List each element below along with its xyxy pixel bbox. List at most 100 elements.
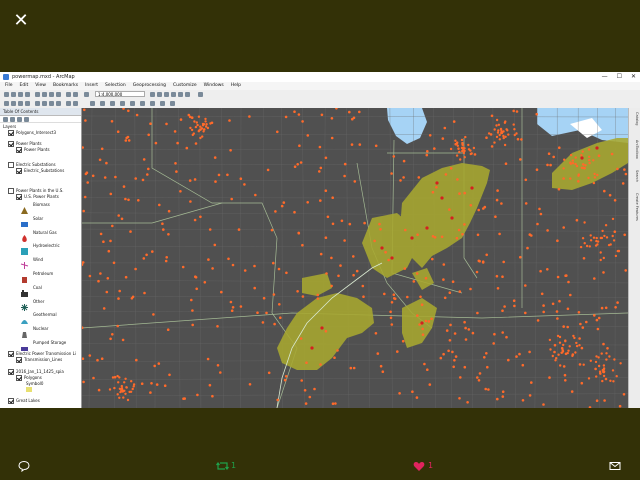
layer-checkbox[interactable]	[8, 369, 14, 375]
identify-icon[interactable]	[100, 101, 105, 106]
create-viewer-icon[interactable]	[170, 101, 175, 106]
copy-icon[interactable]	[42, 92, 47, 97]
dock-tab-create-features[interactable]: Create Features	[631, 193, 639, 221]
power-plant-point	[604, 306, 608, 310]
menu-edit[interactable]: Edit	[20, 82, 29, 90]
toc-layer-great-lakes[interactable]: Great Lakes	[8, 398, 40, 404]
power-plant-point	[476, 376, 479, 379]
map-view[interactable]	[82, 108, 628, 408]
hyperlink-icon[interactable]	[130, 101, 135, 106]
dock-tab-search[interactable]: Search	[631, 170, 639, 182]
power-plant-point	[536, 222, 539, 226]
dock-tab-arctoolbox[interactable]: ArcToolbox	[631, 140, 639, 159]
model-builder-icon[interactable]	[198, 92, 203, 97]
power-plant-point	[304, 402, 308, 405]
maximize-button[interactable]: ☐	[617, 72, 622, 82]
fixed-zoom-in-icon[interactable]	[35, 101, 40, 106]
select-features-icon[interactable]	[66, 101, 71, 106]
print-icon[interactable]	[25, 92, 30, 97]
layer-checkbox[interactable]	[16, 168, 22, 174]
fixed-zoom-out-icon[interactable]	[42, 101, 47, 106]
paste-icon[interactable]	[49, 92, 54, 97]
python-icon[interactable]	[185, 92, 190, 97]
toc-layer-polygons-intersect3[interactable]: Polygons_Intersect3	[8, 130, 56, 136]
arctoolbox-icon[interactable]	[178, 92, 183, 97]
power-plant-point	[282, 201, 286, 204]
select-elements-icon[interactable]	[90, 101, 95, 106]
toc-toolbar	[0, 116, 81, 123]
close-viewer-icon[interactable]: ✕	[12, 12, 30, 30]
find-icon[interactable]	[110, 101, 115, 106]
power-plant-point	[616, 167, 619, 171]
add-data-icon[interactable]	[84, 92, 89, 97]
menu-help[interactable]: Help	[231, 82, 241, 90]
html-popup-icon[interactable]	[140, 101, 145, 106]
layer-checkbox[interactable]	[8, 162, 14, 168]
toc-layers-root[interactable]: Layers	[3, 124, 16, 129]
dock-tab-catalog[interactable]: Catalog	[631, 112, 639, 125]
close-window-button[interactable]: ✕	[631, 72, 636, 82]
power-plant-point	[611, 234, 614, 238]
menu-windows[interactable]: Windows	[204, 82, 224, 90]
toc-sublayer-power-plants[interactable]: Power Plants	[16, 147, 50, 153]
measure-icon[interactable]	[120, 101, 125, 106]
layer-checkbox[interactable]	[16, 147, 22, 153]
like-icon[interactable]	[413, 460, 425, 474]
clear-selection-icon[interactable]	[73, 101, 78, 106]
reply-icon[interactable]	[18, 460, 30, 474]
editor-icon[interactable]	[150, 92, 155, 97]
message-icon[interactable]	[609, 460, 621, 474]
minimize-button[interactable]: —	[602, 72, 608, 82]
menu-file[interactable]: File	[5, 82, 13, 90]
layer-checkbox[interactable]	[8, 130, 14, 136]
layer-checkbox[interactable]	[8, 351, 14, 357]
map-canvas[interactable]	[82, 108, 628, 408]
toc-sublayer-electric-substations[interactable]: Electric_Substations	[16, 168, 64, 174]
power-plant-point	[524, 178, 528, 182]
power-plant-point	[140, 382, 144, 386]
catalog-icon[interactable]	[164, 92, 169, 97]
time-slider-icon[interactable]	[160, 101, 165, 106]
menu-selection[interactable]: Selection	[105, 82, 126, 90]
undo-icon[interactable]	[66, 92, 71, 97]
power-plant-point	[451, 280, 455, 283]
layer-checkbox[interactable]	[16, 375, 22, 381]
power-plant-point	[119, 390, 122, 394]
list-by-visibility-icon[interactable]	[17, 116, 22, 122]
power-plant-point	[117, 214, 120, 217]
menu-insert[interactable]: Insert	[85, 82, 98, 90]
power-plant-point	[462, 146, 465, 149]
list-by-drawing-order-icon[interactable]	[3, 116, 8, 122]
toc-sublayer-transmission-lines[interactable]: Transmission_Lines	[16, 357, 62, 363]
cut-icon[interactable]	[35, 92, 40, 97]
menu-customize[interactable]: Customize	[173, 82, 197, 90]
back-extent-icon[interactable]	[49, 101, 54, 106]
zoom-in-icon[interactable]	[4, 101, 9, 106]
open-icon[interactable]	[11, 92, 16, 97]
save-icon[interactable]	[18, 92, 23, 97]
forward-extent-icon[interactable]	[56, 101, 61, 106]
delete-icon[interactable]	[56, 92, 61, 97]
redo-icon[interactable]	[73, 92, 78, 97]
layer-checkbox[interactable]	[8, 141, 14, 147]
table-icon[interactable]	[157, 92, 162, 97]
go-to-xy-icon[interactable]	[150, 101, 155, 106]
map-scale-input[interactable]: 1:4,000,000	[95, 91, 145, 97]
power-plant-point	[623, 168, 626, 171]
layer-checkbox[interactable]	[16, 357, 22, 363]
power-plant-point	[355, 269, 359, 273]
list-by-selection-icon[interactable]	[24, 116, 29, 122]
zoom-out-icon[interactable]	[11, 101, 16, 106]
list-by-source-icon[interactable]	[10, 116, 15, 122]
retweet-icon[interactable]	[216, 460, 229, 474]
pan-icon[interactable]	[18, 101, 23, 106]
search-icon[interactable]	[171, 92, 176, 97]
layer-checkbox[interactable]	[8, 398, 14, 404]
full-extent-icon[interactable]	[25, 101, 30, 106]
new-document-icon[interactable]	[4, 92, 9, 97]
menu-bookmarks[interactable]: Bookmarks	[53, 82, 78, 90]
layer-checkbox[interactable]	[8, 188, 14, 194]
menu-geoprocessing[interactable]: Geoprocessing	[133, 82, 166, 90]
power-plant-point	[147, 167, 150, 171]
menu-view[interactable]: View	[35, 82, 46, 90]
